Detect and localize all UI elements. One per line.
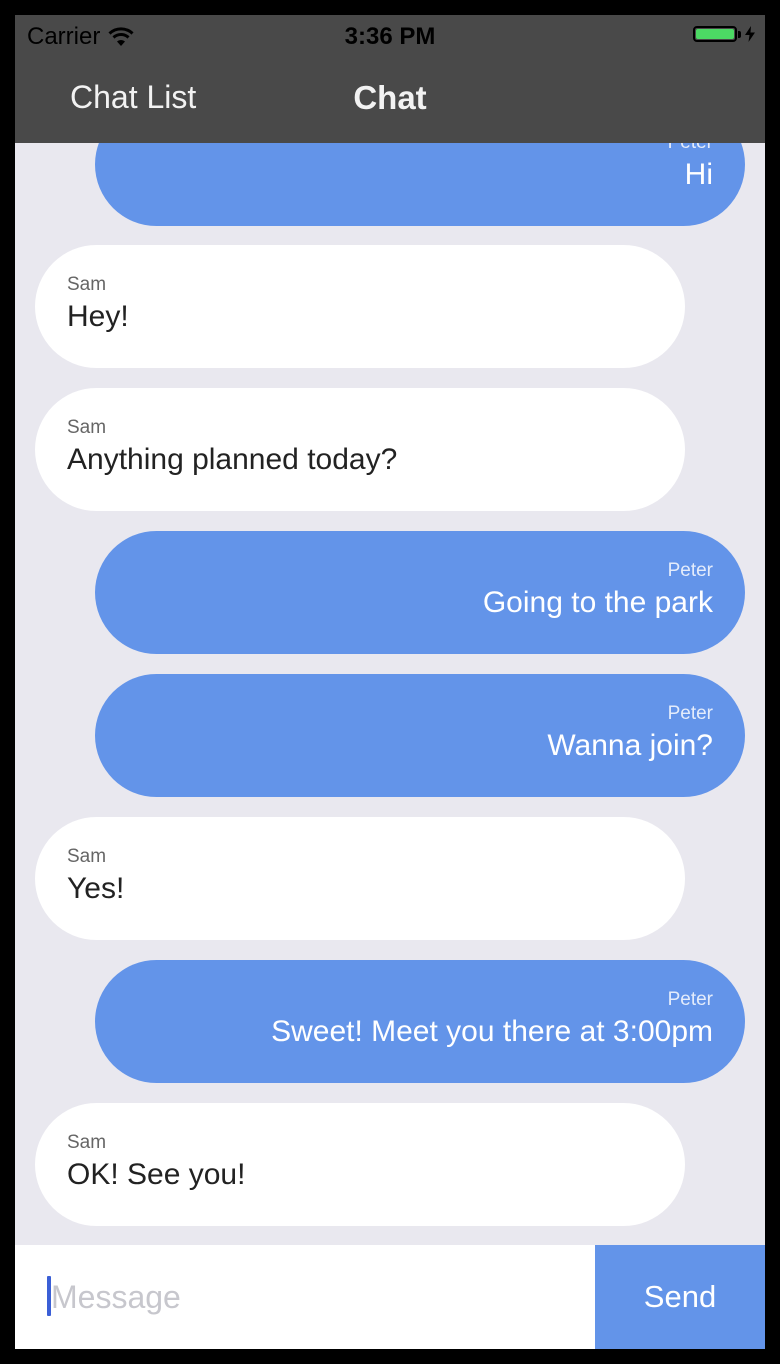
message-text: Hi [684, 158, 713, 191]
status-bar: Carrier 3:36 PM [15, 15, 765, 55]
message-sender: Peter [667, 703, 713, 724]
status-time: 3:36 PM [344, 23, 436, 50]
message-sender: Peter [668, 143, 713, 154]
message-bubble: Peter Sweet! Meet you there at 3:00pm [95, 960, 745, 1083]
battery-icon [693, 26, 737, 42]
battery-fill [696, 29, 734, 39]
page-title: Chat [353, 79, 427, 116]
message-bubble: Sam Anything planned today? [35, 388, 685, 511]
send-button[interactable]: Send [595, 1245, 765, 1349]
message-text: Hey! [67, 300, 129, 333]
message-text: Sweet! Meet you there at 3:00pm [271, 1015, 713, 1048]
message-bubble: Peter Going to the park [95, 531, 745, 654]
battery-indicator [693, 26, 755, 42]
bolt-icon [745, 26, 755, 42]
message-bubble: Sam OK! See you! [35, 1103, 685, 1226]
message-composer: Send [15, 1245, 765, 1349]
message-sender: Sam [67, 417, 107, 438]
message-text: Anything planned today? [67, 443, 398, 476]
message-bubble: Peter Hi [95, 143, 745, 226]
message-sender: Sam [67, 1132, 107, 1153]
message-text: OK! See you! [67, 1158, 246, 1191]
message-bubble: Sam Hey! [35, 245, 685, 368]
message-text: Yes! [67, 872, 125, 905]
message-sender: Peter [667, 560, 713, 581]
chat-screen: Carrier 3:36 PM Chat List Chat Hi Sam He… [15, 15, 765, 1349]
text-cursor [47, 1276, 51, 1316]
message-sender: Sam [67, 274, 107, 295]
battery-tip [738, 30, 741, 38]
message-bubble: Sam Yes! [35, 817, 685, 940]
navigation-header: Carrier 3:36 PM Chat List Chat [15, 15, 765, 143]
message-sender: Sam [67, 846, 107, 867]
message-text: Wanna join? [547, 729, 713, 762]
message-sender: Peter [667, 989, 713, 1010]
message-bubble: Peter Wanna join? [95, 674, 745, 797]
message-list[interactable]: Peter Hi Sam Hey! Sam Anything planned t… [15, 143, 765, 1245]
message-input[interactable] [15, 1245, 595, 1349]
message-text: Going to the park [482, 586, 713, 619]
